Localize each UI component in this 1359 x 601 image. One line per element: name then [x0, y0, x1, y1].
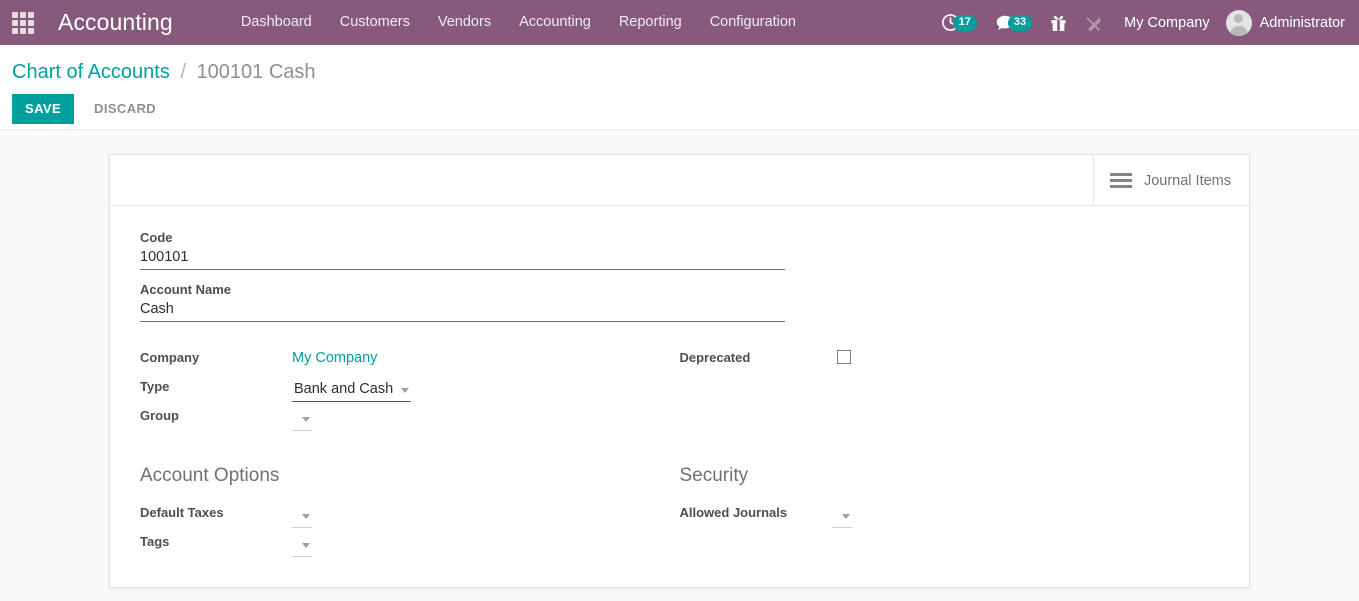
tools-menu[interactable]	[1076, 0, 1112, 45]
activities-count-badge: 17	[953, 15, 977, 31]
messages-count-badge: 33	[1008, 15, 1032, 31]
left-column: Company My Company Type Bank and Cash	[140, 344, 680, 431]
secondary-field-columns: Account Options Default Taxes Tags	[140, 465, 1219, 557]
control-panel: Chart of Accounts / 100101 Cash SAVE DIS…	[0, 45, 1359, 130]
field-deprecated: Deprecated	[680, 344, 1220, 369]
main-menu: Dashboard Customers Vendors Accounting R…	[227, 1, 810, 44]
field-allowed-journals: Allowed Journals	[680, 499, 1220, 524]
list-bars-icon	[1110, 173, 1132, 188]
breadcrumb-current-record: 100101 Cash	[197, 61, 316, 83]
field-code: Code	[140, 230, 785, 270]
default-taxes-label: Default Taxes	[140, 505, 292, 524]
systray: 17 33	[932, 0, 1359, 45]
field-company: Company My Company	[140, 344, 640, 369]
default-taxes-select[interactable]	[292, 506, 312, 528]
allowed-journals-label: Allowed Journals	[680, 505, 832, 524]
main-field-columns: Company My Company Type Bank and Cash	[140, 344, 1219, 431]
chevron-down-icon	[302, 543, 310, 548]
activities-menu[interactable]: 17	[932, 0, 986, 45]
form-view-area: Journal Items Code Account Name Company	[0, 130, 1359, 601]
breadcrumb-separator: /	[180, 61, 186, 83]
account-options-group: Account Options Default Taxes Tags	[140, 465, 680, 557]
user-avatar	[1226, 10, 1252, 36]
record-action-buttons: SAVE DISCARD	[12, 94, 1347, 124]
breadcrumb: Chart of Accounts / 100101 Cash	[12, 45, 1347, 85]
apps-menu-button[interactable]	[0, 0, 46, 45]
journal-items-label: Journal Items	[1144, 173, 1231, 189]
menu-item-dashboard[interactable]: Dashboard	[227, 1, 326, 44]
account-options-title: Account Options	[140, 465, 640, 487]
chevron-down-icon	[302, 417, 310, 422]
menu-item-vendors[interactable]: Vendors	[424, 1, 505, 44]
form-sheet: Journal Items Code Account Name Company	[109, 154, 1250, 588]
breadcrumb-chart-of-accounts[interactable]: Chart of Accounts	[12, 61, 170, 83]
security-title: Security	[680, 465, 1220, 487]
company-label: Company	[140, 350, 292, 369]
group-label: Group	[140, 408, 292, 427]
allowed-journals-select[interactable]	[832, 506, 852, 528]
tags-select[interactable]	[292, 535, 312, 557]
chevron-down-icon	[401, 388, 409, 393]
app-brand-title: Accounting	[46, 9, 185, 36]
top-navbar: Accounting Dashboard Customers Vendors A…	[0, 0, 1359, 45]
account-name-input[interactable]	[140, 300, 785, 322]
chevron-down-icon	[302, 514, 310, 519]
code-label: Code	[140, 230, 785, 245]
save-button[interactable]: SAVE	[12, 94, 74, 124]
chevron-down-icon	[842, 514, 850, 519]
field-default-taxes: Default Taxes	[140, 499, 640, 524]
user-menu-label: Administrator	[1260, 15, 1345, 31]
smart-button-box: Journal Items	[110, 155, 1249, 206]
gift-icon	[1050, 14, 1067, 32]
discard-button[interactable]: DISCARD	[82, 94, 168, 124]
field-type: Type Bank and Cash	[140, 373, 640, 398]
field-group: Group	[140, 402, 640, 427]
deprecated-checkbox[interactable]	[837, 350, 851, 364]
apps-grid-icon	[12, 12, 34, 34]
group-select[interactable]	[292, 409, 312, 431]
code-input[interactable]	[140, 248, 785, 270]
right-column: Deprecated	[680, 344, 1220, 431]
menu-item-configuration[interactable]: Configuration	[696, 1, 810, 44]
journal-items-smart-button[interactable]: Journal Items	[1093, 155, 1249, 206]
field-tags: Tags	[140, 528, 640, 553]
menu-item-customers[interactable]: Customers	[326, 1, 424, 44]
title-field-group: Code Account Name	[140, 230, 785, 322]
deprecated-label: Deprecated	[680, 350, 832, 369]
company-switcher[interactable]: My Company	[1112, 15, 1221, 31]
security-group: Security Allowed Journals	[680, 465, 1220, 557]
tools-icon	[1085, 14, 1103, 32]
gift-menu[interactable]	[1041, 0, 1076, 45]
menu-item-reporting[interactable]: Reporting	[605, 1, 696, 44]
type-selected-value: Bank and Cash	[294, 381, 393, 397]
messages-menu[interactable]: 33	[986, 0, 1041, 45]
type-select[interactable]: Bank and Cash	[292, 380, 411, 402]
form-body: Code Account Name Company My Company	[110, 206, 1249, 587]
account-name-label: Account Name	[140, 282, 785, 297]
user-menu[interactable]: Administrator	[1222, 0, 1359, 45]
tags-label: Tags	[140, 534, 292, 553]
menu-item-accounting[interactable]: Accounting	[505, 1, 605, 44]
type-label: Type	[140, 379, 292, 398]
company-value-link[interactable]: My Company	[292, 350, 377, 369]
field-account-name: Account Name	[140, 282, 785, 322]
